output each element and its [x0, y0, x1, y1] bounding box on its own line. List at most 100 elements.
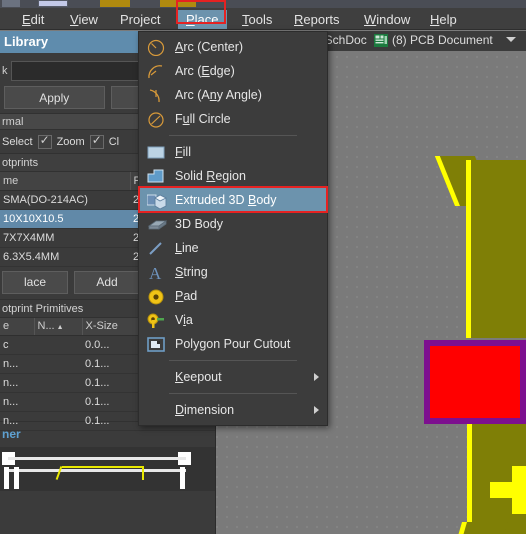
cell-name: [34, 392, 82, 412]
menu-reports[interactable]: Reports: [286, 10, 348, 29]
preview-outline-top: [8, 456, 186, 460]
menu-item-pad[interactable]: Pad: [139, 284, 327, 308]
menu-separator: [169, 393, 297, 394]
full-circle-icon: [143, 109, 171, 129]
menu-item-label: Keepout: [175, 370, 222, 384]
cell-name: [34, 373, 82, 393]
menu-item-label: Line: [175, 241, 199, 255]
menu-item-label: Arc (Edge): [175, 64, 235, 78]
tab-pcb-document[interactable]: (8) PCB Document: [392, 33, 493, 47]
cell-name: [34, 335, 82, 355]
no-icon: [143, 367, 171, 387]
toolbar-icon-group-2[interactable]: [38, 0, 68, 7]
column-header-type[interactable]: e: [0, 317, 35, 336]
clear-existing-label: Cl: [108, 135, 120, 148]
menu-item-keepout[interactable]: Keepout: [139, 365, 327, 389]
menu-project[interactable]: Project: [112, 10, 168, 29]
no-icon: [143, 400, 171, 420]
cell-xsize: 0.1...: [82, 392, 142, 412]
column-header-n[interactable]: N...: [34, 317, 83, 336]
arc-edge-icon: [143, 61, 171, 81]
place-dropdown-menu[interactable]: Arc (Center) Arc (Edge) Arc (Any Angle) Ful…: [138, 31, 328, 426]
toolbar-icon-group-1[interactable]: [2, 0, 20, 7]
toolbar-icon-group-4[interactable]: [160, 0, 196, 7]
menu-item-arc-edge[interactable]: Arc (Edge): [139, 59, 327, 83]
cell-footprint-name: SMA(DO-214AC): [0, 190, 130, 210]
menu-item-extruded-3d-body[interactable]: Extruded 3D Body: [139, 188, 327, 212]
menu-item-3d-body[interactable]: 3D Body: [139, 212, 327, 236]
menu-edit[interactable]: Edit: [14, 10, 52, 29]
copper-pad-vertical[interactable]: [512, 466, 526, 514]
column-header-name[interactable]: me: [0, 172, 131, 191]
menu-item-label: Arc (Center): [175, 40, 244, 54]
cell-type: c: [0, 335, 34, 355]
menu-help[interactable]: Help: [422, 10, 465, 29]
preview-trace-diag-right: [142, 465, 144, 480]
extruded-3d-body-icon: [143, 190, 171, 210]
zoom-label: Zoom: [56, 135, 85, 148]
apply-button[interactable]: Apply: [4, 86, 105, 109]
cell-xsize: 0.1...: [82, 373, 142, 393]
line-icon: [143, 238, 171, 258]
menu-separator: [169, 360, 297, 361]
pcb-document-icon: [374, 34, 388, 50]
menu-item-label: Extruded 3D Body: [175, 193, 277, 207]
menu-item-label: Via: [175, 313, 193, 327]
clear-existing-checkbox[interactable]: [89, 133, 104, 149]
toolbar-icon-group-3[interactable]: [100, 0, 130, 7]
menu-item-label: String: [175, 265, 208, 279]
menu-item-full-circle[interactable]: Full Circle: [139, 107, 327, 131]
3d-body-icon: [143, 214, 171, 234]
preview-lead-left: [4, 466, 9, 489]
cell-xsize: 0.0...: [82, 335, 142, 355]
menu-separator: [169, 135, 297, 136]
menu-place[interactable]: Place: [178, 10, 227, 29]
menu-window[interactable]: Window: [356, 10, 418, 29]
cell-type: n...: [0, 411, 34, 431]
cell-footprint-name: 6.3X5.4MM: [0, 247, 130, 267]
menu-item-fill[interactable]: Fill: [139, 140, 327, 164]
menu-item-arc-any-angle[interactable]: Arc (Any Angle): [139, 83, 327, 107]
menu-tools[interactable]: Tools: [234, 10, 280, 29]
menu-item-string[interactable]: A String: [139, 260, 327, 284]
menu-item-arc-center[interactable]: Arc (Center): [139, 35, 327, 59]
place-button[interactable]: lace: [2, 270, 68, 294]
string-icon: A: [143, 262, 171, 282]
menu-item-label: Arc (Any Angle): [175, 88, 262, 102]
chevron-down-icon[interactable]: [506, 37, 516, 42]
add-button[interactable]: Add: [74, 270, 140, 294]
preview-lead-left2: [14, 466, 19, 489]
menu-item-label: Fill: [175, 145, 191, 159]
mask-label: k: [2, 64, 8, 77]
menu-item-solid-region[interactable]: Solid Region: [139, 164, 327, 188]
column-header-xsize[interactable]: X-Size: [82, 317, 143, 336]
menu-item-label: Dimension: [175, 403, 235, 417]
preview-lead-right: [180, 466, 185, 489]
fill-icon: [143, 142, 171, 162]
menu-item-line[interactable]: Line: [139, 236, 327, 260]
board-region-upper: [466, 160, 526, 338]
menu-view[interactable]: View: [62, 10, 106, 29]
cell-type: n...: [0, 373, 34, 393]
menu-item-dimension[interactable]: Dimension: [139, 398, 327, 422]
selected-component-body[interactable]: [424, 340, 526, 424]
arc-any-angle-icon: [143, 85, 171, 105]
select-label: Select: [2, 135, 33, 148]
cell-xsize: 0.1...: [82, 354, 142, 374]
preview-outline-bottom: [8, 468, 186, 472]
menu-item-label: Polygon Pour Cutout: [175, 337, 291, 351]
menu-item-label: Solid Region: [175, 169, 246, 183]
arc-center-icon: [143, 37, 171, 57]
solid-region-icon: [143, 166, 171, 186]
menu-item-label: Full Circle: [175, 112, 231, 126]
cell-footprint-name: 10X10X10.5: [0, 209, 130, 229]
polygon-pour-cutout-icon: [143, 334, 171, 354]
footprint-preview[interactable]: [0, 446, 215, 491]
menu-item-via[interactable]: Via: [139, 308, 327, 332]
submenu-arrow-icon: [314, 406, 319, 414]
pad-icon: [143, 286, 171, 306]
cell-type: n...: [0, 392, 34, 412]
submenu-arrow-icon: [314, 373, 319, 381]
menu-item-polygon-pour-cutout[interactable]: Polygon Pour Cutout: [139, 332, 327, 356]
zoom-checkbox[interactable]: [37, 133, 52, 149]
